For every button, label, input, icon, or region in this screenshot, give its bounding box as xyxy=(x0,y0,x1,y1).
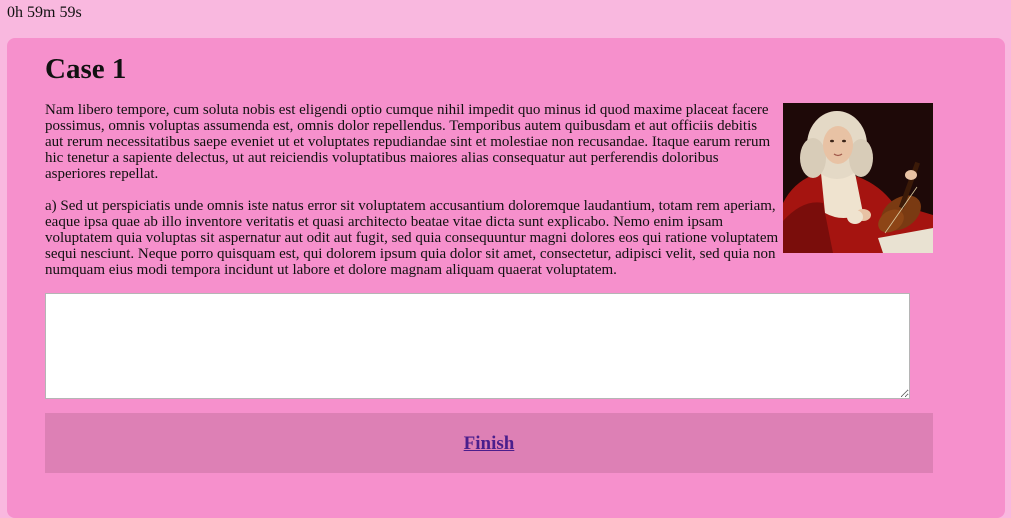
case-title: Case 1 xyxy=(45,53,127,85)
countdown-timer: 0h 59m 59s xyxy=(7,4,82,21)
finish-bar: Finish xyxy=(45,413,933,473)
case-card: Case 1 Nam libero tempore, cum soluta no… xyxy=(7,38,1005,518)
case-text: Nam libero tempore, cum soluta nobis est… xyxy=(45,102,933,278)
answer-textarea[interactable] xyxy=(45,293,910,399)
case-content: Case 1 Nam libero tempore, cum soluta no… xyxy=(45,38,933,473)
finish-link[interactable]: Finish xyxy=(464,433,515,454)
portrait-image xyxy=(783,103,933,253)
